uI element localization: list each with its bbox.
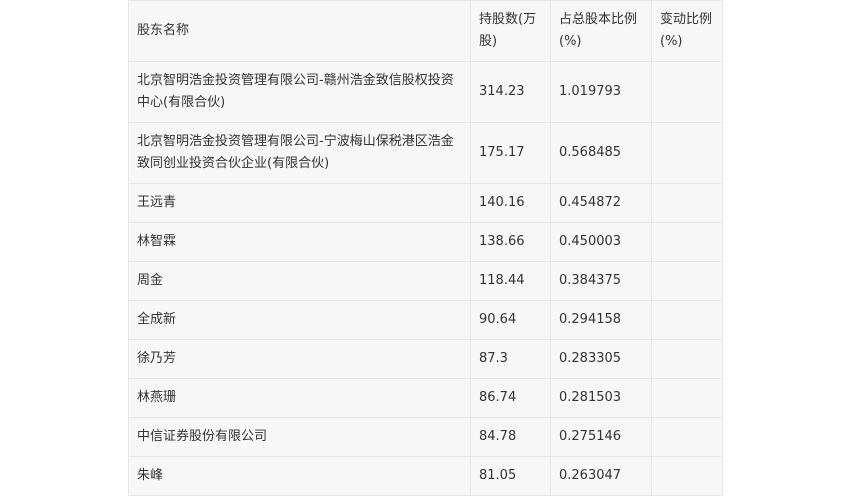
cell-shares: 86.74 bbox=[470, 378, 551, 418]
cell-change bbox=[651, 122, 723, 184]
table-row: 朱峰 81.05 0.263047 bbox=[128, 456, 723, 496]
table-row: 徐乃芳 87.3 0.283305 bbox=[128, 339, 723, 379]
cell-name: 王远青 bbox=[128, 183, 471, 223]
table-header-row: 股东名称 持股数(万股) 占总股本比例(%) 变动比例(%) bbox=[128, 0, 723, 62]
cell-change bbox=[651, 300, 723, 340]
table-row: 周金 118.44 0.384375 bbox=[128, 261, 723, 301]
cell-ratio: 0.263047 bbox=[550, 456, 652, 496]
cell-shares: 90.64 bbox=[470, 300, 551, 340]
cell-change bbox=[651, 417, 723, 457]
table-row: 林智霖 138.66 0.450003 bbox=[128, 222, 723, 262]
table-row: 全成新 90.64 0.294158 bbox=[128, 300, 723, 340]
cell-ratio: 0.384375 bbox=[550, 261, 652, 301]
table-row: 中信证券股份有限公司 84.78 0.275146 bbox=[128, 417, 723, 457]
shareholder-table: 股东名称 持股数(万股) 占总股本比例(%) 变动比例(%) 北京智明浩金投资管… bbox=[128, 0, 723, 496]
cell-shares: 138.66 bbox=[470, 222, 551, 262]
cell-ratio: 0.294158 bbox=[550, 300, 652, 340]
table-row: 北京智明浩金投资管理有限公司-宁波梅山保税港区浩金致同创业投资合伙企业(有限合伙… bbox=[128, 122, 723, 184]
cell-change bbox=[651, 339, 723, 379]
shareholder-table-container: 股东名称 持股数(万股) 占总股本比例(%) 变动比例(%) 北京智明浩金投资管… bbox=[128, 0, 723, 496]
cell-name: 中信证券股份有限公司 bbox=[128, 417, 471, 457]
cell-change bbox=[651, 261, 723, 301]
cell-change bbox=[651, 222, 723, 262]
cell-name: 北京智明浩金投资管理有限公司-赣州浩金致信股权投资中心(有限合伙) bbox=[128, 61, 471, 123]
cell-shares: 84.78 bbox=[470, 417, 551, 457]
cell-ratio: 0.568485 bbox=[550, 122, 652, 184]
cell-name: 徐乃芳 bbox=[128, 339, 471, 379]
header-shares: 持股数(万股) bbox=[470, 0, 551, 62]
cell-name: 北京智明浩金投资管理有限公司-宁波梅山保税港区浩金致同创业投资合伙企业(有限合伙… bbox=[128, 122, 471, 184]
cell-name: 周金 bbox=[128, 261, 471, 301]
cell-ratio: 0.281503 bbox=[550, 378, 652, 418]
header-shareholder-name: 股东名称 bbox=[128, 0, 471, 62]
cell-ratio: 0.283305 bbox=[550, 339, 652, 379]
cell-change bbox=[651, 378, 723, 418]
table-row: 王远青 140.16 0.454872 bbox=[128, 183, 723, 223]
cell-ratio: 0.454872 bbox=[550, 183, 652, 223]
table-row: 林燕珊 86.74 0.281503 bbox=[128, 378, 723, 418]
cell-shares: 314.23 bbox=[470, 61, 551, 123]
table-row: 北京智明浩金投资管理有限公司-赣州浩金致信股权投资中心(有限合伙) 314.23… bbox=[128, 61, 723, 123]
cell-change bbox=[651, 456, 723, 496]
cell-shares: 87.3 bbox=[470, 339, 551, 379]
cell-name: 林智霖 bbox=[128, 222, 471, 262]
cell-shares: 140.16 bbox=[470, 183, 551, 223]
cell-shares: 118.44 bbox=[470, 261, 551, 301]
cell-name: 全成新 bbox=[128, 300, 471, 340]
cell-ratio: 1.019793 bbox=[550, 61, 652, 123]
cell-ratio: 0.450003 bbox=[550, 222, 652, 262]
cell-name: 朱峰 bbox=[128, 456, 471, 496]
cell-shares: 175.17 bbox=[470, 122, 551, 184]
cell-name: 林燕珊 bbox=[128, 378, 471, 418]
header-ratio: 占总股本比例(%) bbox=[550, 0, 652, 62]
cell-change bbox=[651, 183, 723, 223]
header-change: 变动比例(%) bbox=[651, 0, 723, 62]
cell-change bbox=[651, 61, 723, 123]
cell-shares: 81.05 bbox=[470, 456, 551, 496]
cell-ratio: 0.275146 bbox=[550, 417, 652, 457]
